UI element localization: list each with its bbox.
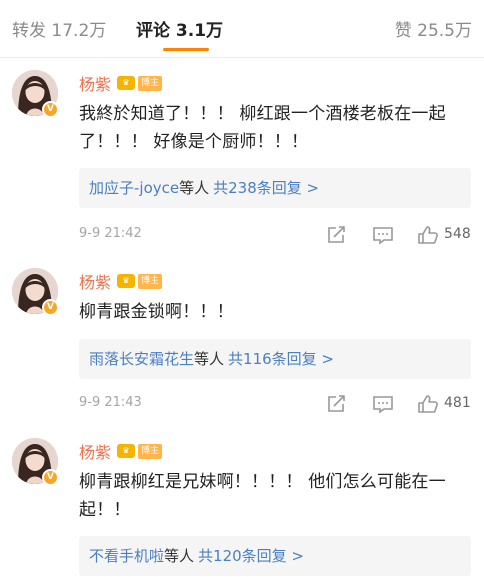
- comment-icon[interactable]: [372, 225, 394, 245]
- author-badge: 博主: [138, 273, 163, 289]
- author-badge: 博主: [138, 443, 163, 459]
- name-row: 杨紫 ♛ 博主: [79, 269, 163, 293]
- comment-tabs: 转发 17.2万 评论 3.1万 赞 25.5万: [0, 0, 484, 58]
- reply-names[interactable]: 雨落长安霜花生: [89, 350, 194, 368]
- comment-date: 9-9 21:43: [79, 395, 142, 410]
- comment-icon[interactable]: [372, 394, 394, 414]
- vip-crown-icon: ♛: [117, 444, 136, 458]
- comment-meta: 9-9 21:42 548: [79, 223, 474, 247]
- comment-text: 柳青跟金锁啊！！！: [79, 302, 234, 322]
- reply-suffix: 等人: [194, 350, 225, 368]
- verified-icon: V: [42, 299, 59, 316]
- share-icon[interactable]: [326, 394, 348, 414]
- tab-comments[interactable]: 评论 3.1万: [136, 16, 223, 41]
- verified-icon: V: [42, 101, 59, 118]
- tab-likes[interactable]: 赞 25.5万: [395, 16, 472, 41]
- replies-preview[interactable]: 不看手机啦等人 共120条回复 >: [79, 536, 471, 576]
- reply-suffix: 等人: [179, 179, 210, 197]
- active-tab-indicator: [163, 48, 209, 51]
- comment-date: 9-9 21:42: [79, 226, 142, 241]
- comment-meta: 9-9 21:43 481: [79, 392, 474, 416]
- name-row: 杨紫 ♛ 博主: [79, 71, 163, 95]
- vip-crown-icon: ♛: [117, 274, 136, 288]
- tabs-divider: [0, 57, 484, 58]
- thumb-up-icon[interactable]: [417, 394, 439, 414]
- verified-icon: V: [42, 469, 59, 486]
- comment-text: 我終於知道了！！！ 柳红跟一个酒楼老板在一起了！！！ 好像是个厨师！！！: [79, 104, 446, 152]
- replies-preview[interactable]: 雨落长安霜花生等人 共116条回复 >: [79, 339, 471, 379]
- thumb-up-icon[interactable]: [417, 225, 439, 245]
- username[interactable]: 杨紫: [79, 269, 111, 293]
- vip-crown-icon: ♛: [117, 76, 136, 90]
- tab-repost[interactable]: 转发 17.2万: [12, 16, 106, 41]
- reply-suffix: 等人: [164, 547, 195, 565]
- comment-text: 柳青跟柳红是兄妹啊！！！！ 他们怎么可能在一起！！: [79, 472, 446, 520]
- reply-count-link[interactable]: 共120条回复 >: [198, 547, 304, 565]
- reply-count-link[interactable]: 共116条回复 >: [228, 350, 334, 368]
- reply-names[interactable]: 不看手机啦: [89, 547, 164, 565]
- replies-preview[interactable]: 加应子-joyce等人 共238条回复 >: [79, 168, 471, 208]
- like-count: 481: [444, 395, 471, 411]
- username[interactable]: 杨紫: [79, 71, 111, 95]
- username[interactable]: 杨紫: [79, 439, 111, 463]
- reply-names[interactable]: 加应子-joyce: [89, 179, 179, 197]
- like-count: 548: [444, 226, 471, 242]
- share-icon[interactable]: [326, 225, 348, 245]
- name-row: 杨紫 ♛ 博主: [79, 439, 163, 463]
- author-badge: 博主: [138, 75, 163, 91]
- reply-count-link[interactable]: 共238条回复 >: [213, 179, 319, 197]
